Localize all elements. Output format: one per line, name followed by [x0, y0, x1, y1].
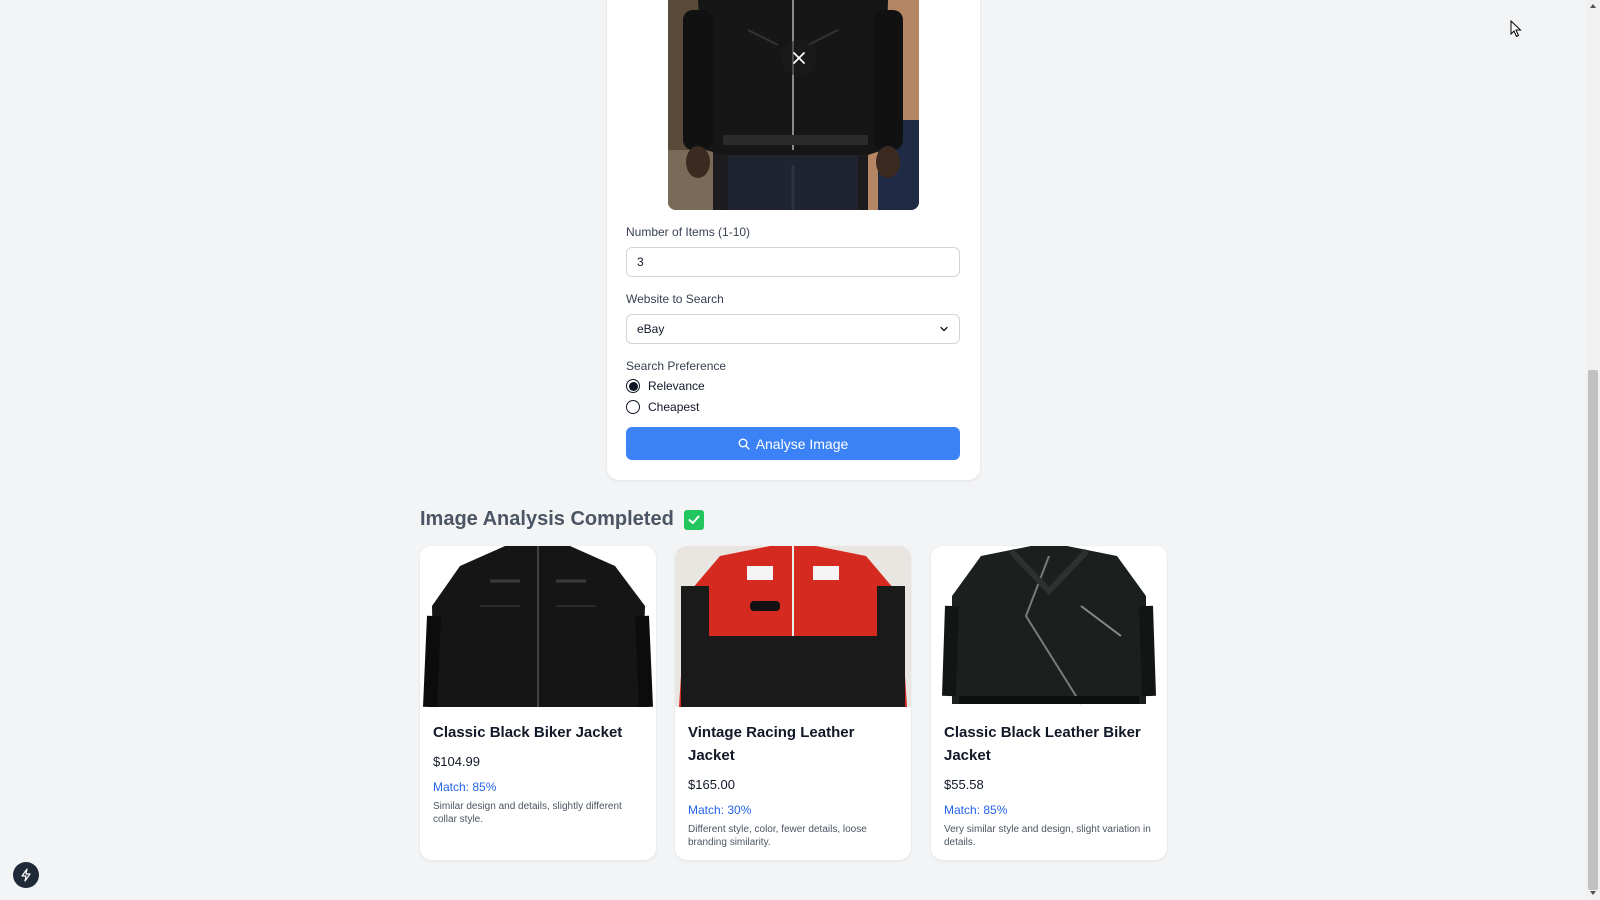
results-title: Image Analysis Completed	[420, 508, 674, 530]
quick-action-button[interactable]	[13, 862, 39, 888]
scroll-down-icon[interactable]	[1589, 889, 1597, 897]
radio-relevance-label: Relevance	[648, 379, 705, 393]
website-selected-value: eBay	[637, 322, 665, 336]
preview-illustration	[668, 0, 919, 210]
product-description: Very similar style and design, slight va…	[944, 824, 1151, 848]
lightning-icon	[21, 868, 31, 882]
product-image[interactable]	[675, 546, 911, 707]
chevron-down-icon	[940, 326, 948, 332]
radio-cheapest[interactable]: Cheapest	[626, 400, 699, 414]
product-price: $165.00	[688, 777, 735, 792]
website-select[interactable]: eBay	[626, 314, 960, 344]
radio-button-unselected[interactable]	[626, 400, 640, 414]
radio-button-selected[interactable]	[626, 379, 640, 393]
product-price: $55.58	[944, 777, 984, 792]
analyse-image-label: Analyse Image	[755, 435, 849, 452]
check-icon	[683, 509, 704, 530]
mouse-cursor-icon	[1510, 20, 1522, 38]
product-description: Different style, color, fewer details, l…	[688, 824, 867, 848]
website-label: Website to Search	[626, 292, 724, 306]
uploaded-image-preview	[668, 0, 919, 210]
search-preference-label: Search Preference	[626, 359, 727, 373]
items-count-value: 3	[637, 255, 644, 269]
product-title[interactable]: Classic Black Leather Biker Jacket	[944, 721, 1154, 767]
scrollbar[interactable]	[1586, 0, 1600, 900]
product-price: $104.99	[433, 754, 480, 769]
product-match: Match: 30%	[688, 803, 752, 817]
product-image[interactable]	[931, 546, 1167, 707]
product-card[interactable]: Classic Black Leather Biker Jacket $55.5…	[931, 546, 1167, 860]
product-card[interactable]: Classic Black Biker Jacket $104.99 Match…	[420, 546, 656, 860]
product-title[interactable]: Vintage Racing Leather Jacket	[688, 721, 898, 767]
radio-cheapest-label: Cheapest	[648, 400, 700, 414]
product-card[interactable]: Vintage Racing Leather Jacket $165.00 Ma…	[675, 546, 911, 860]
close-icon	[793, 52, 805, 64]
analyse-image-button[interactable]: Analyse Image	[626, 427, 960, 460]
product-match: Match: 85%	[944, 803, 1008, 817]
product-match: Match: 85%	[433, 780, 497, 794]
product-title[interactable]: Classic Black Biker Jacket	[433, 721, 643, 744]
radio-relevance[interactable]: Relevance	[626, 379, 705, 393]
results-heading: Image Analysis Completed	[420, 508, 704, 531]
product-description: Similar design and details, slightly dif…	[433, 801, 622, 825]
items-count-label: Number of Items (1-10)	[626, 225, 751, 239]
scrollbar-thumb[interactable]	[1588, 370, 1598, 890]
scroll-up-icon[interactable]	[1589, 2, 1597, 10]
items-count-input[interactable]: 3	[626, 247, 960, 277]
search-icon	[738, 438, 750, 450]
remove-image-button[interactable]	[781, 40, 817, 76]
product-image[interactable]	[420, 546, 656, 707]
